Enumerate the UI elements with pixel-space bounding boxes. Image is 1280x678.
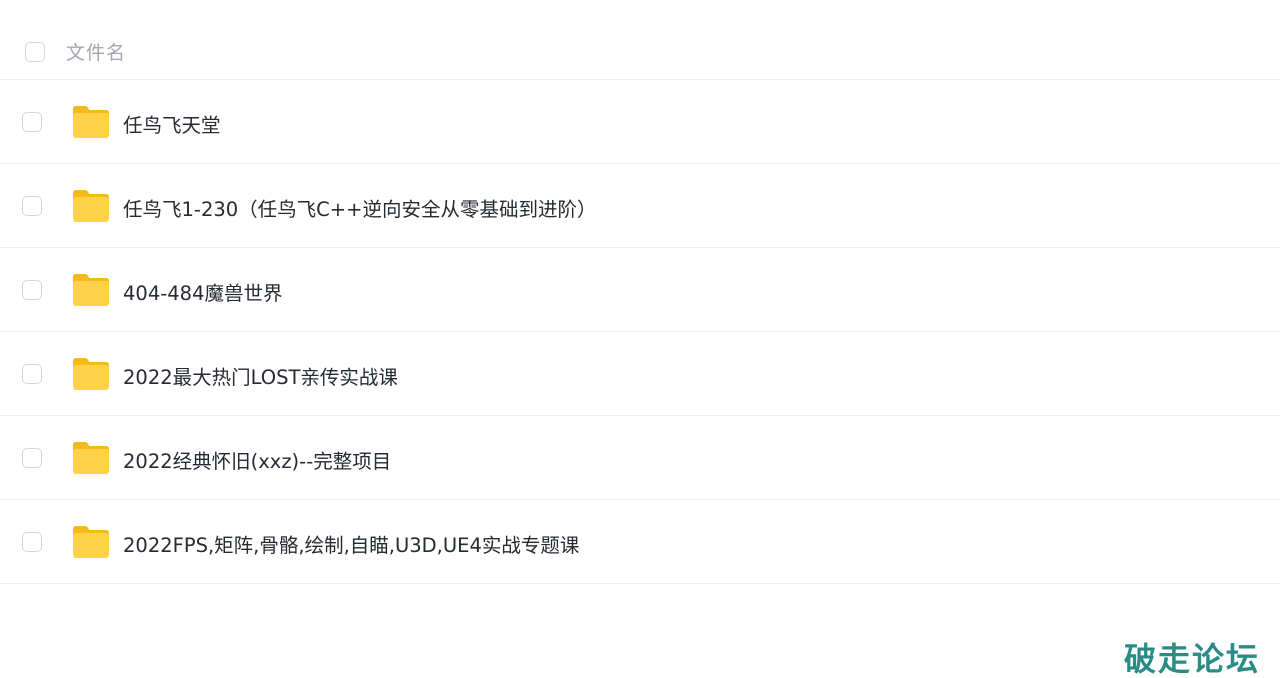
folder-icon [73, 274, 109, 306]
folder-name[interactable]: 任鸟飞天堂 [123, 109, 221, 138]
column-header-filename[interactable]: 文件名 [66, 38, 126, 65]
row-checkbox[interactable] [22, 364, 42, 384]
file-list-header: 文件名 [0, 0, 1280, 80]
select-all-checkbox[interactable] [25, 42, 45, 62]
folder-icon [73, 526, 109, 558]
folder-name[interactable]: 2022最大热门LOST亲传实战课 [123, 361, 398, 390]
file-row[interactable]: 2022FPS,矩阵,骨骼,绘制,自瞄,U3D,UE4实战专题课 [0, 500, 1280, 584]
folder-icon [73, 358, 109, 390]
folder-icon [73, 106, 109, 138]
file-list: 文件名 任鸟飞天堂 任鸟飞1-230（任鸟飞C++逆向安全从零基础到进阶） 40… [0, 0, 1280, 678]
row-checkbox[interactable] [22, 280, 42, 300]
folder-icon [73, 190, 109, 222]
file-row[interactable]: 2022经典怀旧(xxz)--完整项目 [0, 416, 1280, 500]
watermark-logo: 破走论坛 [1123, 640, 1260, 678]
folder-icon [73, 442, 109, 474]
file-row[interactable]: 2022最大热门LOST亲传实战课 [0, 332, 1280, 416]
folder-name[interactable]: 2022FPS,矩阵,骨骼,绘制,自瞄,U3D,UE4实战专题课 [123, 529, 579, 558]
row-checkbox[interactable] [22, 532, 42, 552]
folder-name[interactable]: 2022经典怀旧(xxz)--完整项目 [123, 445, 391, 474]
file-row[interactable]: 任鸟飞天堂 [0, 80, 1280, 164]
folder-name[interactable]: 任鸟飞1-230（任鸟飞C++逆向安全从零基础到进阶） [123, 193, 596, 222]
row-checkbox[interactable] [22, 196, 42, 216]
row-checkbox[interactable] [22, 112, 42, 132]
file-row[interactable]: 任鸟飞1-230（任鸟飞C++逆向安全从零基础到进阶） [0, 164, 1280, 248]
file-row[interactable]: 404-484魔兽世界 [0, 248, 1280, 332]
folder-name[interactable]: 404-484魔兽世界 [123, 277, 282, 306]
row-checkbox[interactable] [22, 448, 42, 468]
